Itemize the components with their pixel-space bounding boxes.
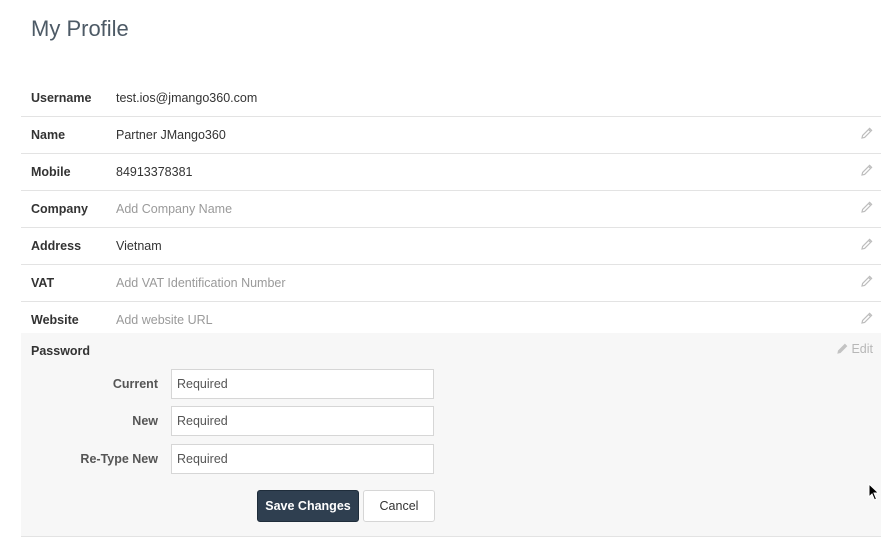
pencil-icon[interactable] [861, 312, 873, 324]
profile-row-name[interactable]: Name Partner JMango360 [21, 117, 881, 154]
mouse-pointer-icon [868, 482, 880, 506]
save-changes-button[interactable]: Save Changes [257, 490, 359, 522]
current-password-input[interactable] [171, 369, 434, 399]
company-value[interactable]: Add Company Name [116, 202, 232, 216]
pencil-icon[interactable] [861, 127, 873, 139]
profile-row-vat[interactable]: VAT Add VAT Identification Number [21, 265, 881, 302]
pencil-icon[interactable] [861, 238, 873, 250]
retype-password-row: Re-Type New [21, 444, 441, 476]
current-password-label: Current [112, 377, 158, 391]
retype-password-input[interactable] [171, 444, 434, 474]
vat-label: VAT [31, 276, 55, 290]
new-password-label: New [132, 414, 158, 428]
mobile-label: Mobile [31, 165, 71, 179]
vat-value[interactable]: Add VAT Identification Number [116, 276, 286, 290]
profile-row-username: Username test.ios@jmango360.com [21, 80, 881, 117]
profile-row-company[interactable]: Company Add Company Name [21, 191, 881, 228]
new-password-input[interactable] [171, 406, 434, 436]
website-value[interactable]: Add website URL [116, 313, 213, 327]
username-label: Username [31, 91, 92, 105]
current-password-row: Current [21, 369, 441, 401]
password-edit-link[interactable]: Edit [837, 342, 873, 356]
password-label: Password [31, 344, 91, 358]
password-section: Password Edit Current New Re-Type New Sa… [21, 333, 881, 537]
pencil-icon[interactable] [861, 164, 873, 176]
page-title: My Profile [31, 16, 129, 41]
website-label: Website [31, 313, 79, 327]
profile-table: Username test.ios@jmango360.com Name Par… [21, 80, 881, 339]
profile-row-address[interactable]: Address Vietnam [21, 228, 881, 265]
pencil-icon[interactable] [861, 275, 873, 287]
pencil-icon [837, 343, 848, 354]
address-label: Address [31, 239, 82, 253]
edit-label: Edit [851, 342, 873, 356]
name-label: Name [31, 128, 66, 142]
address-value[interactable]: Vietnam [116, 239, 162, 253]
profile-row-mobile[interactable]: Mobile 84913378381 [21, 154, 881, 191]
retype-password-label: Re-Type New [80, 452, 158, 466]
company-label: Company [31, 202, 88, 216]
cancel-button[interactable]: Cancel [363, 490, 435, 522]
pencil-icon[interactable] [861, 201, 873, 213]
mobile-value[interactable]: 84913378381 [116, 165, 192, 179]
name-value[interactable]: Partner JMango360 [116, 128, 226, 142]
username-value: test.ios@jmango360.com [116, 91, 258, 105]
new-password-row: New [21, 406, 441, 438]
